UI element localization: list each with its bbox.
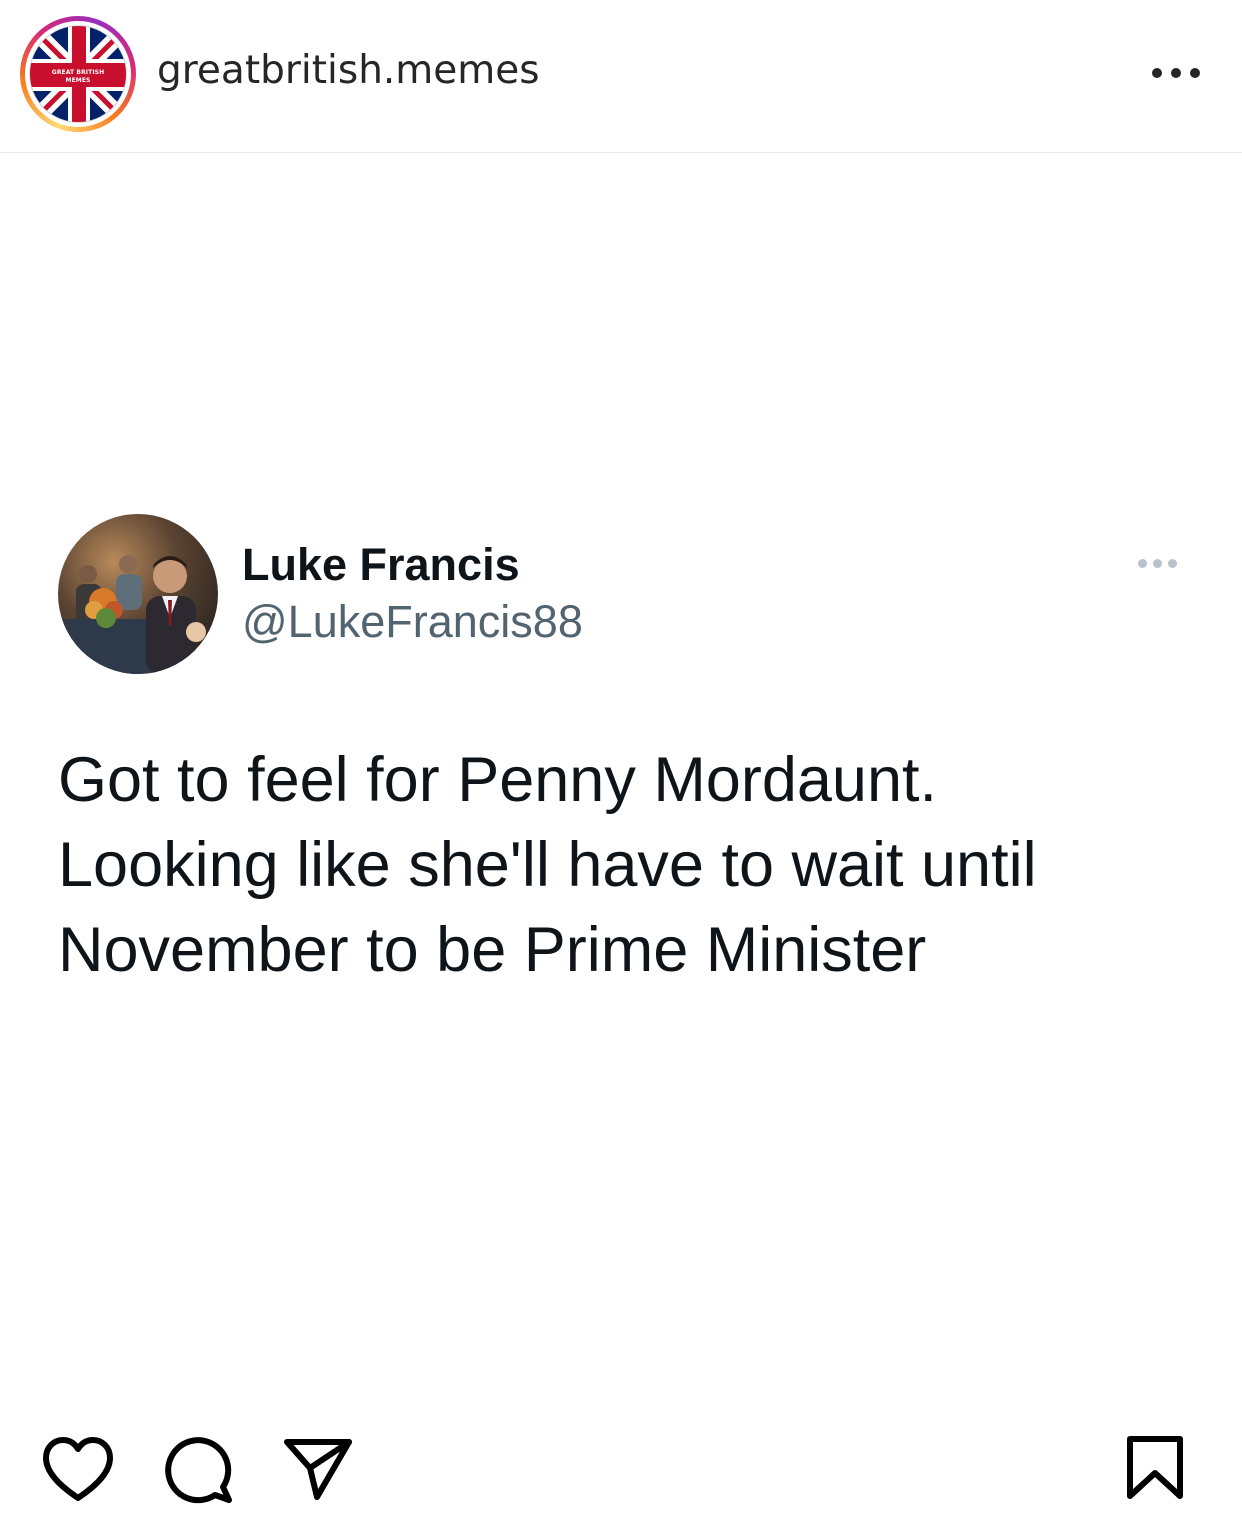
tweet-text-line: Looking like she'll have to wait until [58,830,1037,900]
union-jack-logo: GREAT BRITISH MEMES [29,25,127,123]
tweet-text-line: November to be Prime Minister [58,915,927,985]
tweet-author-handle: @LukeFrancis88 [242,596,583,647]
heart-icon[interactable] [41,1436,115,1502]
send-icon[interactable] [282,1436,354,1502]
tweet-body: Got to feel for Penny Mordaunt. Looking … [58,738,1178,993]
more-horizontal-icon[interactable] [1148,56,1204,90]
account-avatar[interactable]: GREAT BRITISH MEMES [20,16,136,132]
avatar-logo-text: GREAT BRITISH MEMES [51,69,105,84]
tweet-text-line: Got to feel for Penny Mordaunt. [58,745,937,815]
post-header: GREAT BRITISH MEMES greatbritish.memes [0,0,1242,153]
bookmark-icon[interactable] [1124,1434,1186,1502]
comment-icon[interactable] [163,1434,237,1504]
account-username[interactable]: greatbritish.memes [157,46,540,96]
tweet-author-name: Luke Francis [242,539,520,590]
tweet-author-avatar [58,514,218,674]
more-horizontal-icon [1134,554,1182,574]
